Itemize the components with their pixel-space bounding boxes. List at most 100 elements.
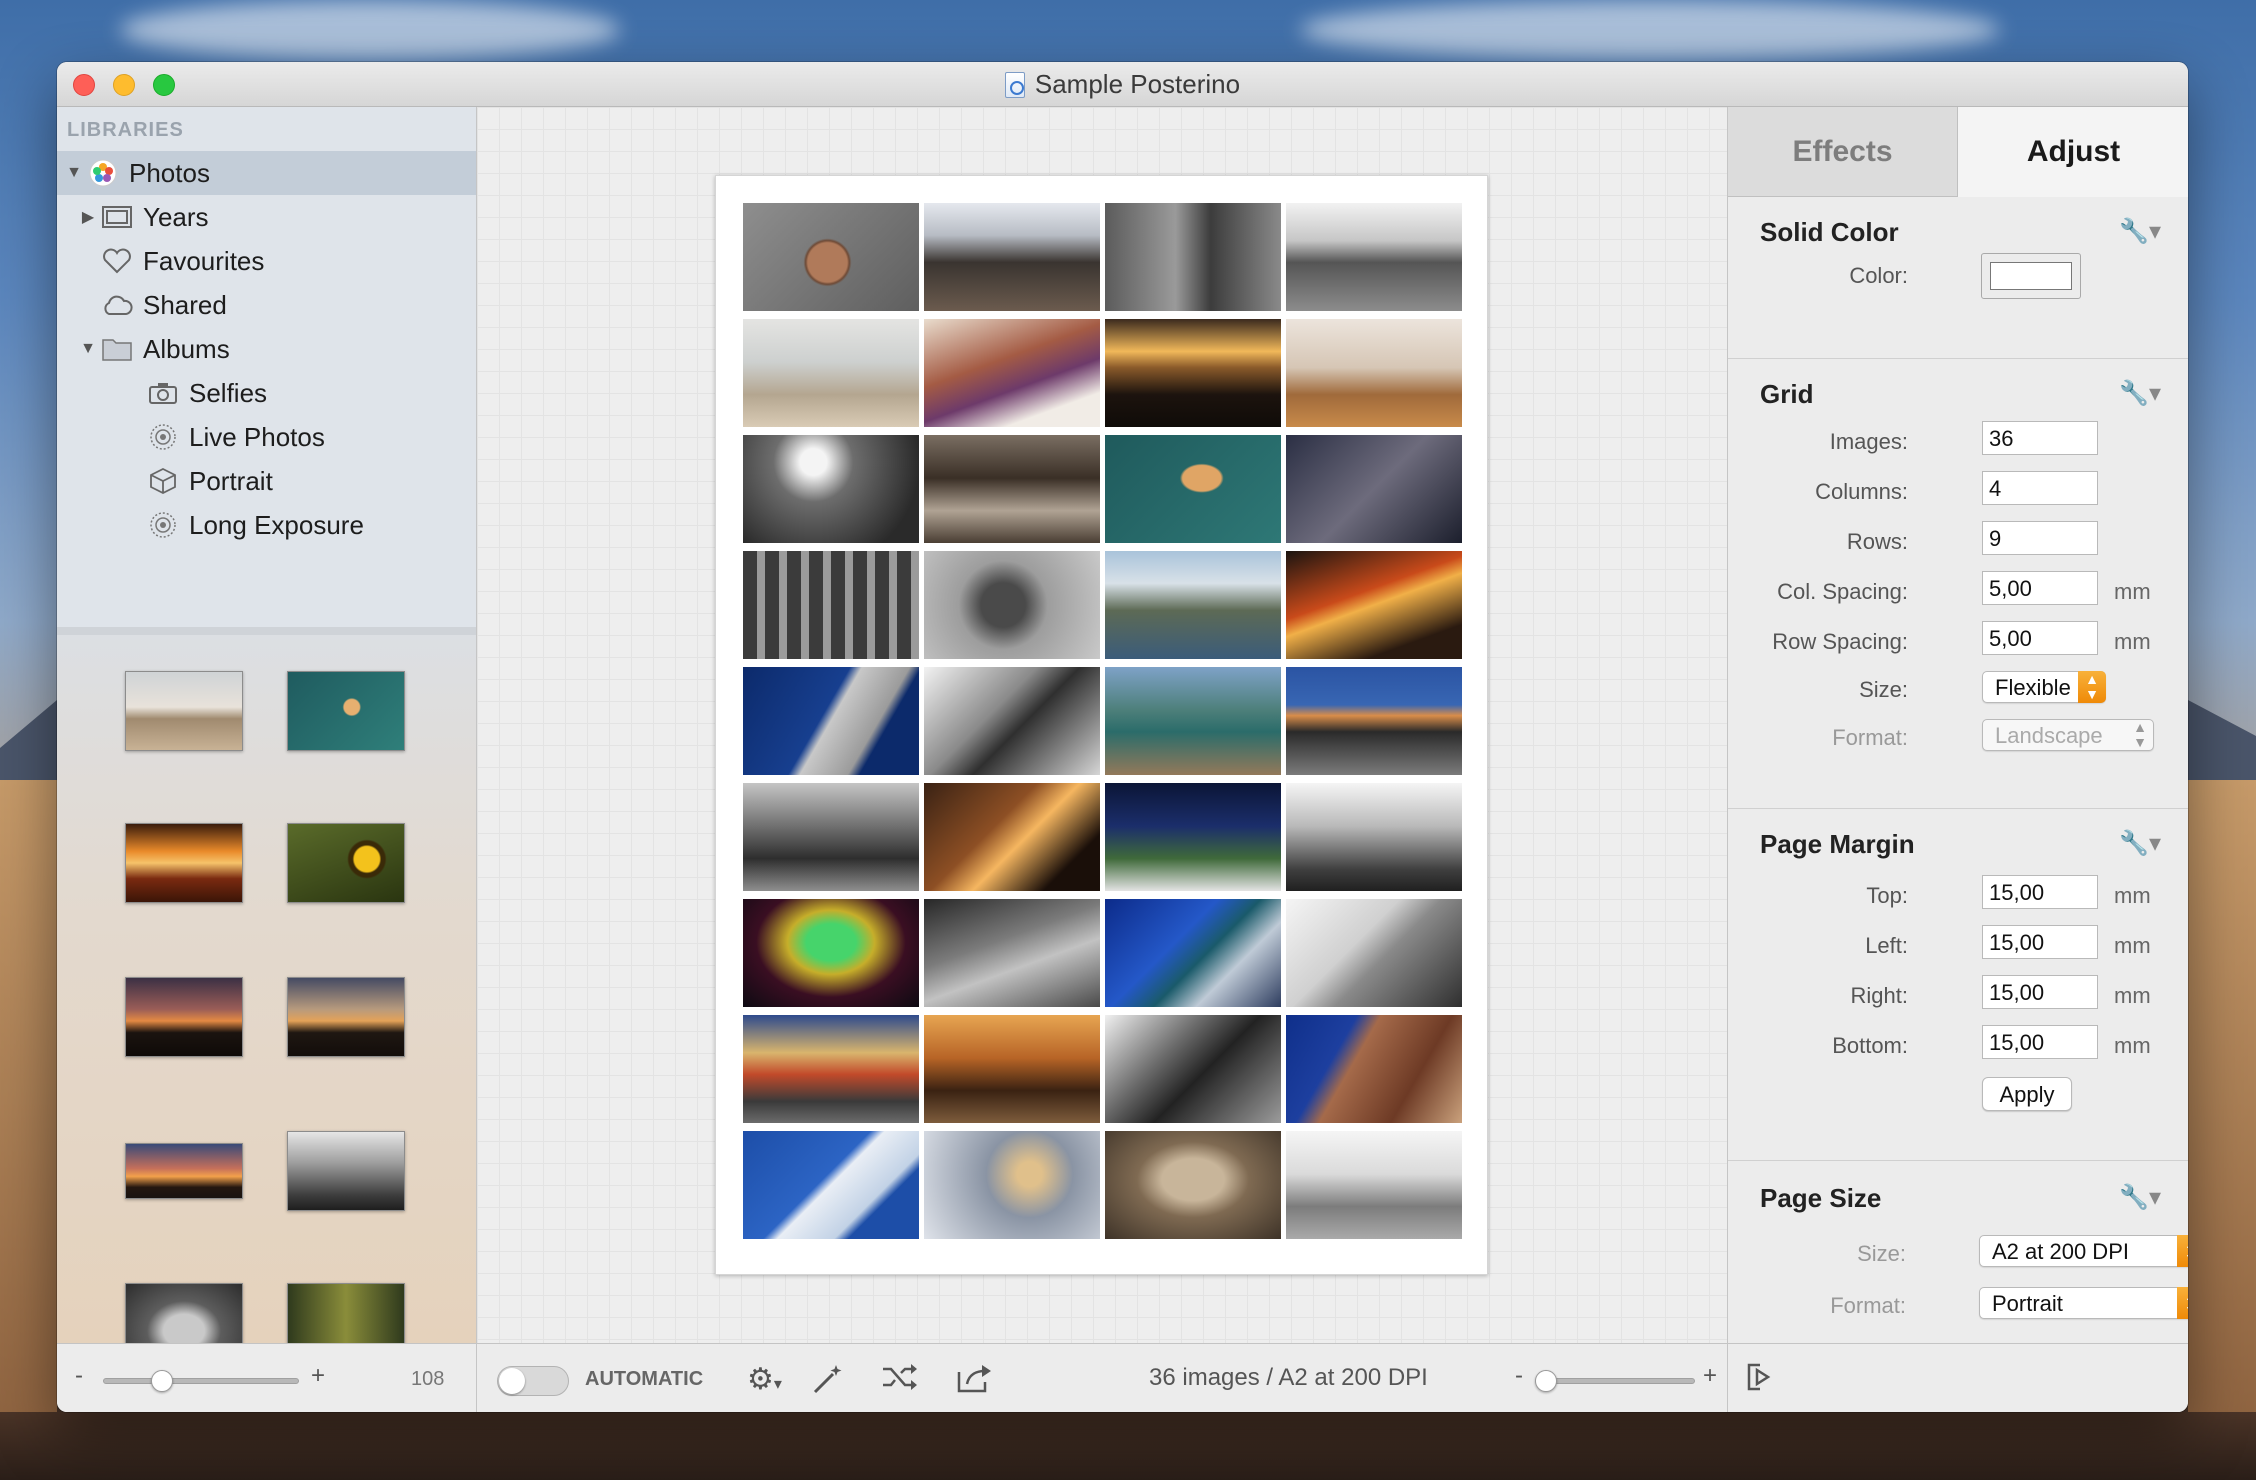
canvas-zoom-in[interactable]: + bbox=[1703, 1362, 1717, 1390]
sidebar-item-portrait[interactable]: Portrait bbox=[57, 459, 476, 503]
poster-photo[interactable] bbox=[924, 551, 1100, 659]
photo-count: 108 bbox=[411, 1368, 445, 1390]
disclosure-triangle-icon[interactable]: ▶ bbox=[75, 207, 101, 227]
poster-photo[interactable] bbox=[924, 899, 1100, 1007]
poster-photo[interactable] bbox=[743, 435, 919, 543]
sidebar-item-favourites[interactable]: Favourites bbox=[57, 239, 476, 283]
poster-photo[interactable] bbox=[1105, 551, 1281, 659]
poster-photo[interactable] bbox=[1105, 1015, 1281, 1123]
columns-field[interactable]: 4 bbox=[1982, 471, 2098, 505]
page-size-popup[interactable]: A2 at 200 DPI ▲▼ bbox=[1979, 1235, 2188, 1267]
disclosure-triangle-icon[interactable]: ▼ bbox=[61, 164, 87, 182]
shuffle-icon[interactable] bbox=[881, 1362, 919, 1400]
photo-thumbnail[interactable] bbox=[287, 671, 405, 751]
poster-photo[interactable] bbox=[924, 435, 1100, 543]
row-spacing-label: Row Spacing: bbox=[1772, 629, 1908, 654]
poster-photo[interactable] bbox=[743, 1015, 919, 1123]
poster-photo[interactable] bbox=[924, 1015, 1100, 1123]
poster-photo[interactable] bbox=[1105, 783, 1281, 891]
color-label: Color: bbox=[1849, 263, 1908, 288]
poster-canvas[interactable] bbox=[477, 107, 1727, 1343]
sidebar-item-long-exposure[interactable]: Long Exposure bbox=[57, 503, 476, 547]
color-well[interactable] bbox=[1981, 253, 2081, 299]
poster-photo[interactable] bbox=[1286, 319, 1462, 427]
poster-photo[interactable] bbox=[1286, 435, 1462, 543]
poster-photo[interactable] bbox=[1105, 203, 1281, 311]
sidebar-item-years[interactable]: ▶ Years bbox=[57, 195, 476, 239]
sidebar-item-label: Shared bbox=[143, 289, 227, 320]
poster-photo[interactable] bbox=[743, 551, 919, 659]
poster-photo[interactable] bbox=[1105, 1131, 1281, 1239]
sidebar-item-photos[interactable]: ▼ Photos bbox=[57, 151, 476, 195]
rows-field[interactable]: 9 bbox=[1982, 521, 2098, 555]
sidebar-item-live-photos[interactable]: Live Photos bbox=[57, 415, 476, 459]
poster-photo[interactable] bbox=[743, 899, 919, 1007]
zoom-out-label[interactable]: - bbox=[75, 1362, 83, 1390]
photo-thumbnail[interactable] bbox=[287, 1131, 405, 1211]
zoom-in-label[interactable]: + bbox=[311, 1362, 325, 1390]
photo-thumbnail[interactable] bbox=[125, 1143, 243, 1199]
poster-photo[interactable] bbox=[743, 783, 919, 891]
gear-menu-icon[interactable]: ⚙▾ bbox=[747, 1362, 782, 1397]
poster-photo[interactable] bbox=[1105, 319, 1281, 427]
magic-wand-icon[interactable] bbox=[811, 1362, 845, 1404]
wrench-icon[interactable]: 🔧▾ bbox=[2119, 217, 2161, 246]
sidebar-toggle-icon[interactable] bbox=[1746, 1362, 1774, 1400]
slider-knob[interactable] bbox=[1535, 1370, 1557, 1392]
poster-photo[interactable] bbox=[924, 203, 1100, 311]
poster-photo[interactable] bbox=[743, 319, 919, 427]
photo-thumbnail[interactable] bbox=[125, 977, 243, 1057]
page-format-popup[interactable]: Portrait ▲▼ bbox=[1979, 1287, 2188, 1319]
poster-page[interactable] bbox=[715, 175, 1488, 1275]
wrench-icon[interactable]: 🔧▾ bbox=[2119, 379, 2161, 408]
poster-photo[interactable] bbox=[1286, 203, 1462, 311]
photo-thumbnail[interactable] bbox=[287, 823, 405, 903]
poster-photo[interactable] bbox=[1286, 1131, 1462, 1239]
right-margin-field[interactable]: 15,00 bbox=[1982, 975, 2098, 1009]
left-margin-field[interactable]: 15,00 bbox=[1982, 925, 2098, 959]
canvas-zoom-out[interactable]: - bbox=[1515, 1362, 1523, 1390]
bottom-margin-field[interactable]: 15,00 bbox=[1982, 1025, 2098, 1059]
wrench-icon[interactable]: 🔧▾ bbox=[2119, 1183, 2161, 1212]
poster-photo[interactable] bbox=[1286, 783, 1462, 891]
desktop-cloud bbox=[120, 0, 620, 60]
poster-photo[interactable] bbox=[1286, 1015, 1462, 1123]
poster-photo[interactable] bbox=[1105, 899, 1281, 1007]
poster-photo[interactable] bbox=[743, 667, 919, 775]
poster-photo[interactable] bbox=[1105, 435, 1281, 543]
row-spacing-field[interactable]: 5,00 bbox=[1982, 621, 2098, 655]
share-icon[interactable] bbox=[955, 1362, 993, 1402]
disclosure-triangle-icon[interactable]: ▼ bbox=[75, 340, 101, 358]
photo-thumbnail[interactable] bbox=[287, 977, 405, 1057]
wrench-icon[interactable]: 🔧▾ bbox=[2119, 829, 2161, 858]
grid-size-popup[interactable]: Flexible ▲ ▼ bbox=[1982, 671, 2106, 703]
poster-photo[interactable] bbox=[1286, 899, 1462, 1007]
thumbnail-size-slider[interactable] bbox=[103, 1378, 299, 1384]
sidebar-item-selfies[interactable]: Selfies bbox=[57, 371, 476, 415]
section-title: Page Margin bbox=[1760, 829, 1915, 859]
tab-effects[interactable]: Effects bbox=[1728, 107, 1958, 197]
photo-thumbnail[interactable] bbox=[125, 671, 243, 751]
sidebar-item-shared[interactable]: Shared bbox=[57, 283, 476, 327]
slider-knob[interactable] bbox=[151, 1370, 173, 1392]
poster-photo[interactable] bbox=[1286, 667, 1462, 775]
poster-photo[interactable] bbox=[743, 1131, 919, 1239]
automatic-toggle[interactable] bbox=[497, 1366, 569, 1396]
poster-photo[interactable] bbox=[1286, 551, 1462, 659]
stepper-arrows-icon: ▲▼ bbox=[2177, 1287, 2188, 1319]
poster-photo[interactable] bbox=[924, 783, 1100, 891]
camera-icon bbox=[147, 379, 179, 407]
sidebar-item-albums[interactable]: ▼ Albums bbox=[57, 327, 476, 371]
top-margin-field[interactable]: 15,00 bbox=[1982, 875, 2098, 909]
apply-button[interactable]: Apply bbox=[1982, 1077, 2072, 1111]
tab-adjust[interactable]: Adjust bbox=[1958, 107, 2188, 197]
canvas-zoom-slider[interactable] bbox=[1535, 1378, 1695, 1384]
poster-photo[interactable] bbox=[743, 203, 919, 311]
poster-photo[interactable] bbox=[1105, 667, 1281, 775]
photo-thumbnail[interactable] bbox=[125, 823, 243, 903]
poster-photo[interactable] bbox=[924, 1131, 1100, 1239]
images-field[interactable]: 36 bbox=[1982, 421, 2098, 455]
poster-photo[interactable] bbox=[924, 667, 1100, 775]
poster-photo[interactable] bbox=[924, 319, 1100, 427]
col-spacing-field[interactable]: 5,00 bbox=[1982, 571, 2098, 605]
